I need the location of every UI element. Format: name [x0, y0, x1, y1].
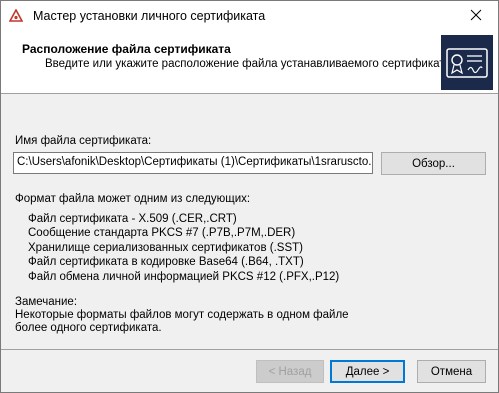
format-item: Файл сертификата - X.509 (.CER,.CRT) [28, 213, 237, 225]
file-name-label: Имя файла сертификата: [15, 135, 152, 147]
formats-intro: Формат файла может одним из следующих: [15, 193, 251, 205]
page-title: Расположение файла сертификата [22, 42, 231, 56]
wizard-window: Мастер установки личного сертификата Рас… [0, 0, 499, 393]
file-path-input[interactable]: C:\Users\afonik\Desktop\Сертификаты (1)\… [13, 152, 373, 174]
format-item: Хранилище сериализованных сертификатов (… [28, 242, 303, 254]
certificate-card-icon [441, 35, 493, 90]
back-button[interactable]: < Назад [256, 360, 324, 383]
format-item: Сообщение стандарта PKCS #7 (.P7B,.P7M,.… [28, 227, 296, 239]
window-title: Мастер установки личного сертификата [33, 9, 266, 23]
page-subtitle: Введите или укажите расположение файла у… [45, 58, 451, 70]
format-item: Файл обмена личной информацией PKCS #12 … [28, 271, 340, 283]
browse-button[interactable]: Обзор... [381, 152, 486, 175]
certificate-app-icon [8, 8, 24, 23]
next-button[interactable]: Далее > [330, 360, 405, 383]
close-icon [470, 9, 482, 24]
title-bar[interactable]: Мастер установки личного сертификата [1, 1, 498, 32]
footer-separator [1, 349, 498, 350]
cancel-button[interactable]: Отмена [417, 360, 486, 383]
note-line-1: Некоторые форматы файлов могут содержать… [15, 309, 349, 321]
note-label: Замечание: [15, 296, 78, 308]
note-line-2: более одного сертификата. [15, 322, 162, 334]
format-item: Файл сертификата в кодировке Base64 (.B6… [28, 256, 304, 268]
wizard-header: Расположение файла сертификата Введите и… [1, 32, 498, 94]
close-button[interactable] [453, 1, 498, 32]
